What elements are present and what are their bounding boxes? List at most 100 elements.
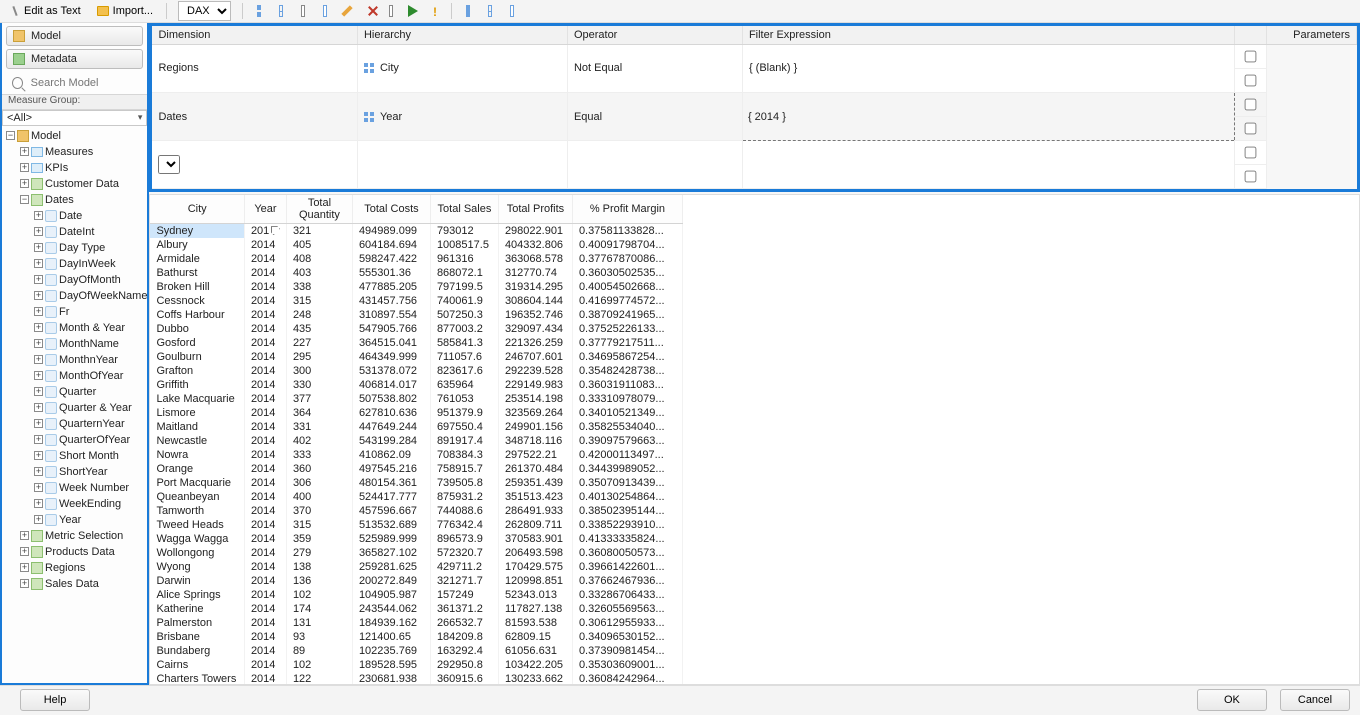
grid-cell[interactable]: Armidale (150, 252, 244, 266)
grid-cell[interactable]: 868072.1 (430, 266, 498, 280)
grid-cell[interactable]: 429711.2 (430, 560, 498, 574)
grid-cell[interactable]: 497545.216 (352, 462, 430, 476)
grid-cell[interactable]: 2014 (244, 364, 286, 378)
filter-dimension-cell[interactable]: Dates (152, 93, 357, 141)
grid-header-cell[interactable]: Total Quantity (286, 195, 352, 224)
grid-cell[interactable]: 184939.162 (352, 616, 430, 630)
grid-cell[interactable]: 321 (286, 224, 352, 239)
tree-dates-attr-17[interactable]: +Week Number (2, 480, 147, 496)
grid-cell[interactable]: 102 (286, 658, 352, 672)
grid-cell[interactable]: 360 (286, 462, 352, 476)
grid-cell[interactable]: Queanbeyan (150, 490, 244, 504)
grid-cell[interactable]: Palmerston (150, 616, 244, 630)
grid-cell[interactable]: 117827.138 (498, 602, 572, 616)
grid-cell[interactable]: 360915.6 (430, 672, 498, 685)
grid-cell[interactable]: Tweed Heads (150, 518, 244, 532)
grid-cell[interactable]: 2014 (244, 420, 286, 434)
tree-dates-attr-4[interactable]: +DayOfMonth (2, 272, 147, 288)
grid-cell[interactable]: 348718.116 (498, 434, 572, 448)
grid-cell[interactable]: 201 (244, 224, 286, 239)
hdr-hierarchy[interactable]: Hierarchy (357, 26, 567, 45)
grid-cell[interactable]: 259351.439 (498, 476, 572, 490)
tree-toggle-icon[interactable]: + (20, 163, 29, 172)
grid-cell[interactable]: 697550.4 (430, 420, 498, 434)
grid-cell[interactable]: 102 (286, 588, 352, 602)
grid-row[interactable]: Cairns2014102189528.595292950.8103422.20… (150, 658, 682, 672)
grid-cell[interactable]: Lismore (150, 406, 244, 420)
grid-cell[interactable]: 896573.9 (430, 532, 498, 546)
tree-toggle-icon[interactable]: + (20, 579, 29, 588)
grid-row[interactable]: Goulburn2014295464349.999711057.6246707.… (150, 350, 682, 364)
ok-button[interactable]: OK (1197, 689, 1267, 711)
grid-cell[interactable]: 308604.144 (498, 294, 572, 308)
edit-icon[interactable] (338, 2, 356, 20)
grid-cell[interactable]: Wollongong (150, 546, 244, 560)
grid-cell[interactable]: 513532.689 (352, 518, 430, 532)
result-grid-scroll[interactable]: CityYearTotal QuantityTotal CostsTotal S… (149, 194, 1360, 685)
edit-as-text-button[interactable]: Edit as Text (4, 2, 87, 20)
grid-cell[interactable]: 797199.5 (430, 280, 498, 294)
grid-row[interactable]: Dubbo2014435547905.766877003.2329097.434… (150, 322, 682, 336)
grid-cell[interactable]: 951379.9 (430, 406, 498, 420)
grid-cell[interactable]: 435 (286, 322, 352, 336)
grid-row[interactable]: Albury2014405604184.6941008517.5404332.8… (150, 238, 682, 252)
grid-cell[interactable]: 0.40091798704... (572, 238, 682, 252)
grid-cell[interactable]: Nowra (150, 448, 244, 462)
grid-cell[interactable]: 329097.434 (498, 322, 572, 336)
grid-cell[interactable]: 338 (286, 280, 352, 294)
delete-icon[interactable] (360, 2, 378, 20)
grid-cell[interactable]: 402 (286, 434, 352, 448)
tree-dates-attr-0[interactable]: +Date (2, 208, 147, 224)
grid-cell[interactable]: Goulburn (150, 350, 244, 364)
grid-cell[interactable]: 364 (286, 406, 352, 420)
filter-expression-cell[interactable]: { 2014 } (742, 93, 1234, 141)
grid-cell[interactable]: 525989.999 (352, 532, 430, 546)
grid-cell[interactable]: 406814.017 (352, 378, 430, 392)
grid-cell[interactable]: 351513.423 (498, 490, 572, 504)
grid-cell[interactable]: 2014 (244, 448, 286, 462)
grid-cell[interactable]: 758915.7 (430, 462, 498, 476)
grid-cell[interactable]: 2014 (244, 462, 286, 476)
grid-cell[interactable]: Gosford (150, 336, 244, 350)
tree-toggle-icon[interactable]: + (34, 435, 43, 444)
grid-cell[interactable]: 1008517.5 (430, 238, 498, 252)
measure-group-dropdown[interactable]: <All>▾ (2, 110, 147, 126)
grid-cell[interactable]: 2014 (244, 630, 286, 644)
grid-row[interactable]: Tamworth2014370457596.667744088.6286491.… (150, 504, 682, 518)
hdr-operator[interactable]: Operator (567, 26, 742, 45)
grid-cell[interactable]: 310897.554 (352, 308, 430, 322)
tree-toggle-icon[interactable]: + (34, 227, 43, 236)
cancel-exec-icon[interactable]: ! (426, 2, 444, 20)
grid-cell[interactable]: 0.36080050573... (572, 546, 682, 560)
grid-cell[interactable]: Sydney (150, 224, 244, 239)
filter-param-checkbox-a[interactable] (1245, 98, 1257, 110)
grid-cell[interactable]: 61056.631 (498, 644, 572, 658)
grid-cell[interactable]: 2014 (244, 560, 286, 574)
grid-row[interactable]: Armidale2014408598247.422961316363068.57… (150, 252, 682, 266)
cancel-button[interactable]: Cancel (1280, 689, 1350, 711)
tree-kpis[interactable]: +KPIs (2, 160, 147, 176)
tree-products-data[interactable]: +Products Data (2, 544, 147, 560)
grid-cell[interactable]: Brisbane (150, 630, 244, 644)
tree-regions[interactable]: +Regions (2, 560, 147, 576)
grid-cell[interactable]: 184209.8 (430, 630, 498, 644)
tree-toggle-icon[interactable]: − (20, 195, 29, 204)
filter-param-checkbox-b[interactable] (1245, 122, 1257, 134)
grid-cell[interactable]: 2014 (244, 518, 286, 532)
grid-cell[interactable]: 243544.062 (352, 602, 430, 616)
tree-model[interactable]: −Model (2, 128, 147, 144)
grid-row[interactable]: Coffs Harbour2014248310897.554507250.319… (150, 308, 682, 322)
grid-cell[interactable]: 131 (286, 616, 352, 630)
grid-cell[interactable]: 0.33286706433... (572, 588, 682, 602)
grid-cell[interactable]: 744088.6 (430, 504, 498, 518)
grid-row[interactable]: Bundaberg201489102235.769163292.461056.6… (150, 644, 682, 658)
model-panel-button[interactable]: Model (6, 26, 143, 46)
grid-row[interactable]: Wollongong2014279365827.102572320.720649… (150, 546, 682, 560)
tree-toggle-icon[interactable]: + (34, 339, 43, 348)
tree-toggle-icon[interactable]: + (20, 563, 29, 572)
tree-toggle-icon[interactable]: + (34, 499, 43, 508)
grid-cell[interactable]: 286491.933 (498, 504, 572, 518)
grid-cell[interactable]: 635964 (430, 378, 498, 392)
grid-cell[interactable]: Dubbo (150, 322, 244, 336)
grid-cell[interactable]: 370583.901 (498, 532, 572, 546)
